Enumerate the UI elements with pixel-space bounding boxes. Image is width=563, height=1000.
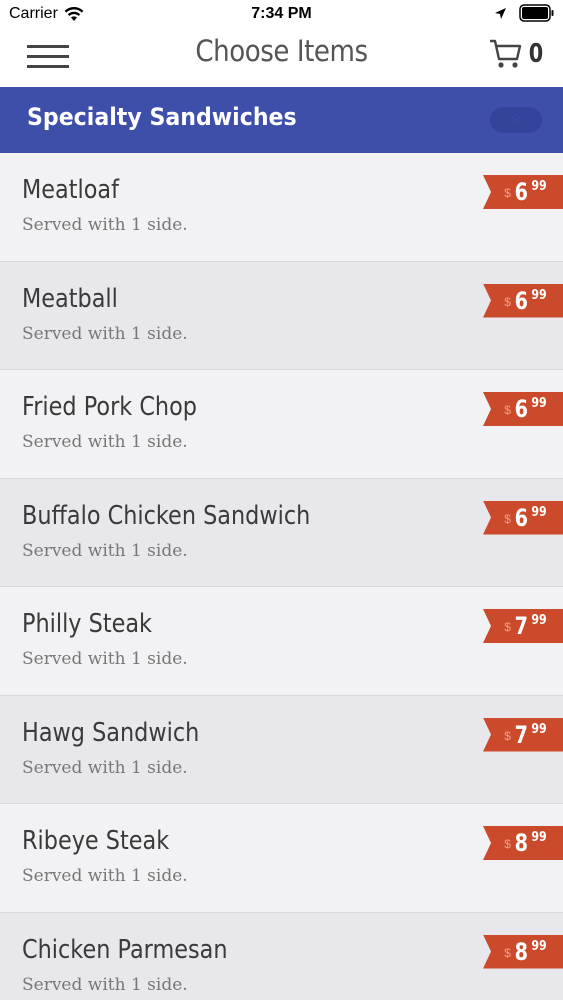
price-tag: $ 8 99 <box>483 826 563 860</box>
price-tag: $ 6 99 <box>483 500 563 535</box>
category-count-badge: 9 <box>490 107 542 133</box>
price-tag: $ 6 99 <box>483 175 563 209</box>
item-name: Meatball <box>22 283 118 314</box>
menu-item[interactable]: Meatball Served with 1 side. $ 6 99 <box>0 261 563 370</box>
navigation-bar: Choose Items 0 <box>0 30 563 87</box>
price-currency: $ <box>504 945 511 960</box>
price-cents: 99 <box>530 721 547 737</box>
cart-button[interactable]: 0 <box>489 38 545 70</box>
item-description: Served with 1 side. <box>22 974 188 995</box>
price-cents: 99 <box>530 396 547 411</box>
item-name: Buffalo Chicken Sandwich <box>22 500 311 531</box>
shopping-cart-icon <box>489 39 522 68</box>
price-currency: $ <box>504 728 511 743</box>
price-tag: $ 7 99 <box>483 609 563 643</box>
category-header[interactable]: Specialty Sandwiches 9 <box>0 87 563 153</box>
item-name: Meatloaf <box>22 175 119 205</box>
price-cents: 99 <box>530 938 547 954</box>
status-time: 7:34 PM <box>251 5 312 22</box>
item-description: Served with 1 side. <box>22 757 188 778</box>
menu-item[interactable]: Chicken Parmesan Served with 1 side. $ 8… <box>0 912 563 1000</box>
price-dollars: 6 <box>514 503 528 532</box>
price-currency: $ <box>504 620 511 634</box>
price-cents: 99 <box>530 613 547 628</box>
item-description: Served with 1 side. <box>22 866 188 886</box>
price-dollars: 6 <box>514 178 528 206</box>
price-currency: $ <box>504 294 511 309</box>
price-tag: $ 8 99 <box>483 934 563 969</box>
item-name: Chicken Parmesan <box>22 934 228 965</box>
item-description: Served with 1 side. <box>22 649 188 669</box>
menu-item[interactable]: Philly Steak Served with 1 side. $ 7 99 <box>0 587 563 696</box>
status-bar: Carrier 7:34 PM <box>0 0 563 30</box>
item-description: Served with 1 side. <box>22 432 188 452</box>
item-description: Served with 1 side. <box>22 323 188 344</box>
item-description: Served with 1 side. <box>22 540 188 561</box>
price-tag: $ 6 99 <box>483 283 563 318</box>
price-dollars: 6 <box>514 286 528 315</box>
price-currency: $ <box>504 403 511 417</box>
item-name: Ribeye Steak <box>22 826 170 856</box>
status-right <box>494 4 555 22</box>
price-tag: $ 7 99 <box>483 717 563 752</box>
price-cents: 99 <box>530 830 547 845</box>
page-title: Choose Items <box>195 34 368 68</box>
price-currency: $ <box>504 511 511 526</box>
price-dollars: 7 <box>514 720 528 749</box>
category-title: Specialty Sandwiches <box>27 103 297 131</box>
location-arrow-icon <box>495 7 506 19</box>
price-dollars: 8 <box>514 937 528 966</box>
item-name: Philly Steak <box>22 609 153 639</box>
price-dollars: 6 <box>514 395 528 423</box>
price-dollars: 7 <box>514 612 528 640</box>
menu-item[interactable]: Buffalo Chicken Sandwich Served with 1 s… <box>0 478 563 587</box>
menu-item[interactable]: Hawg Sandwich Served with 1 side. $ 7 99 <box>0 695 563 804</box>
price-cents: 99 <box>530 287 547 303</box>
price-currency: $ <box>504 186 511 200</box>
price-cents: 99 <box>530 179 547 194</box>
cart-count: 0 <box>528 39 544 69</box>
menu-item[interactable]: Meatloaf Served with 1 side. $ 6 99 <box>0 153 563 262</box>
price-tag: $ 6 99 <box>483 392 563 426</box>
item-name: Hawg Sandwich <box>22 717 200 748</box>
item-description: Served with 1 side. <box>22 215 188 235</box>
price-currency: $ <box>504 837 511 851</box>
item-list: Meatloaf Served with 1 side. $ 6 99 Meat… <box>0 153 563 1000</box>
menu-item[interactable]: Ribeye Steak Served with 1 side. $ 8 99 <box>0 804 563 913</box>
price-cents: 99 <box>530 504 547 520</box>
item-name: Fried Pork Chop <box>22 392 197 422</box>
menu-item[interactable]: Fried Pork Chop Served with 1 side. $ 6 … <box>0 370 563 479</box>
battery-icon <box>519 4 554 22</box>
price-dollars: 8 <box>514 829 528 857</box>
